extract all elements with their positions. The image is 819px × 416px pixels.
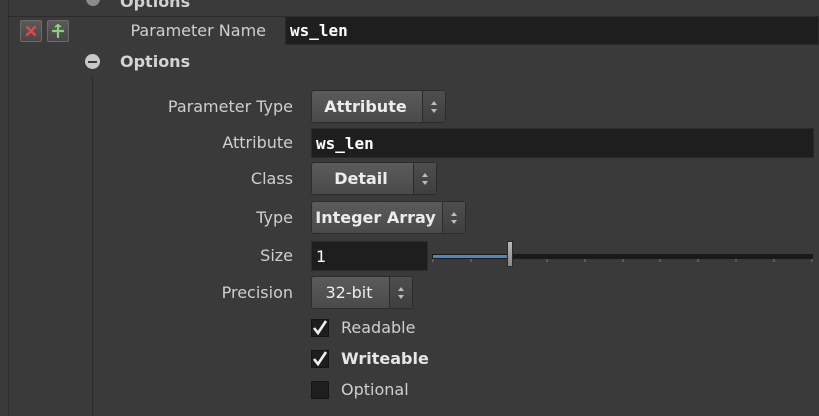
writeable-checkbox[interactable]	[311, 350, 329, 368]
collapse-icon[interactable]	[85, 54, 100, 69]
menu-arrows-icon	[422, 91, 445, 122]
optional-checkbox[interactable]	[311, 381, 329, 399]
add-icon	[52, 24, 64, 38]
menu-arrows-icon	[413, 163, 436, 194]
delete-button[interactable]	[20, 20, 42, 42]
writeable-label[interactable]: Writeable	[341, 349, 429, 368]
options-section-title: Options	[120, 52, 191, 71]
precision-value: 32-bit	[325, 283, 373, 302]
readable-checkbox[interactable]	[311, 319, 329, 337]
parameter-name-field[interactable]: ws_len	[285, 16, 819, 45]
class-menu[interactable]: Detail	[311, 162, 437, 195]
menu-arrows-icon	[442, 202, 465, 233]
size-slider[interactable]	[432, 240, 813, 270]
folder-toggle-icon[interactable]	[86, 0, 100, 6]
left-border	[8, 0, 9, 416]
precision-menu[interactable]: 32-bit	[311, 276, 413, 309]
precision-label: Precision	[221, 283, 293, 302]
slider-handle[interactable]	[507, 241, 513, 267]
checkmark-icon	[312, 351, 328, 367]
slider-track	[432, 254, 813, 262]
type-menu[interactable]: Integer Array	[311, 201, 466, 234]
menu-arrows-icon	[389, 277, 412, 308]
readable-label[interactable]: Readable	[341, 318, 415, 337]
optional-label[interactable]: Optional	[341, 380, 409, 399]
add-button[interactable]	[47, 20, 69, 42]
options-guide-line	[92, 76, 93, 416]
type-value: Integer Array	[315, 208, 436, 227]
type-label: Type	[256, 208, 293, 227]
class-label: Class	[250, 169, 293, 188]
size-label: Size	[260, 246, 293, 265]
parameter-type-value: Attribute	[324, 97, 407, 116]
close-icon	[25, 25, 37, 37]
class-value: Detail	[334, 169, 388, 188]
attribute-label: Attribute	[222, 133, 293, 152]
parameter-name-label: Parameter Name	[130, 21, 266, 40]
parameter-type-menu[interactable]: Attribute	[311, 90, 446, 123]
top-folder-label: Options	[120, 0, 191, 11]
parameter-type-label: Parameter Type	[167, 97, 293, 116]
attribute-field[interactable]: ws_len	[311, 128, 814, 158]
checkmark-icon	[312, 320, 328, 336]
size-field[interactable]: 1	[311, 241, 428, 271]
